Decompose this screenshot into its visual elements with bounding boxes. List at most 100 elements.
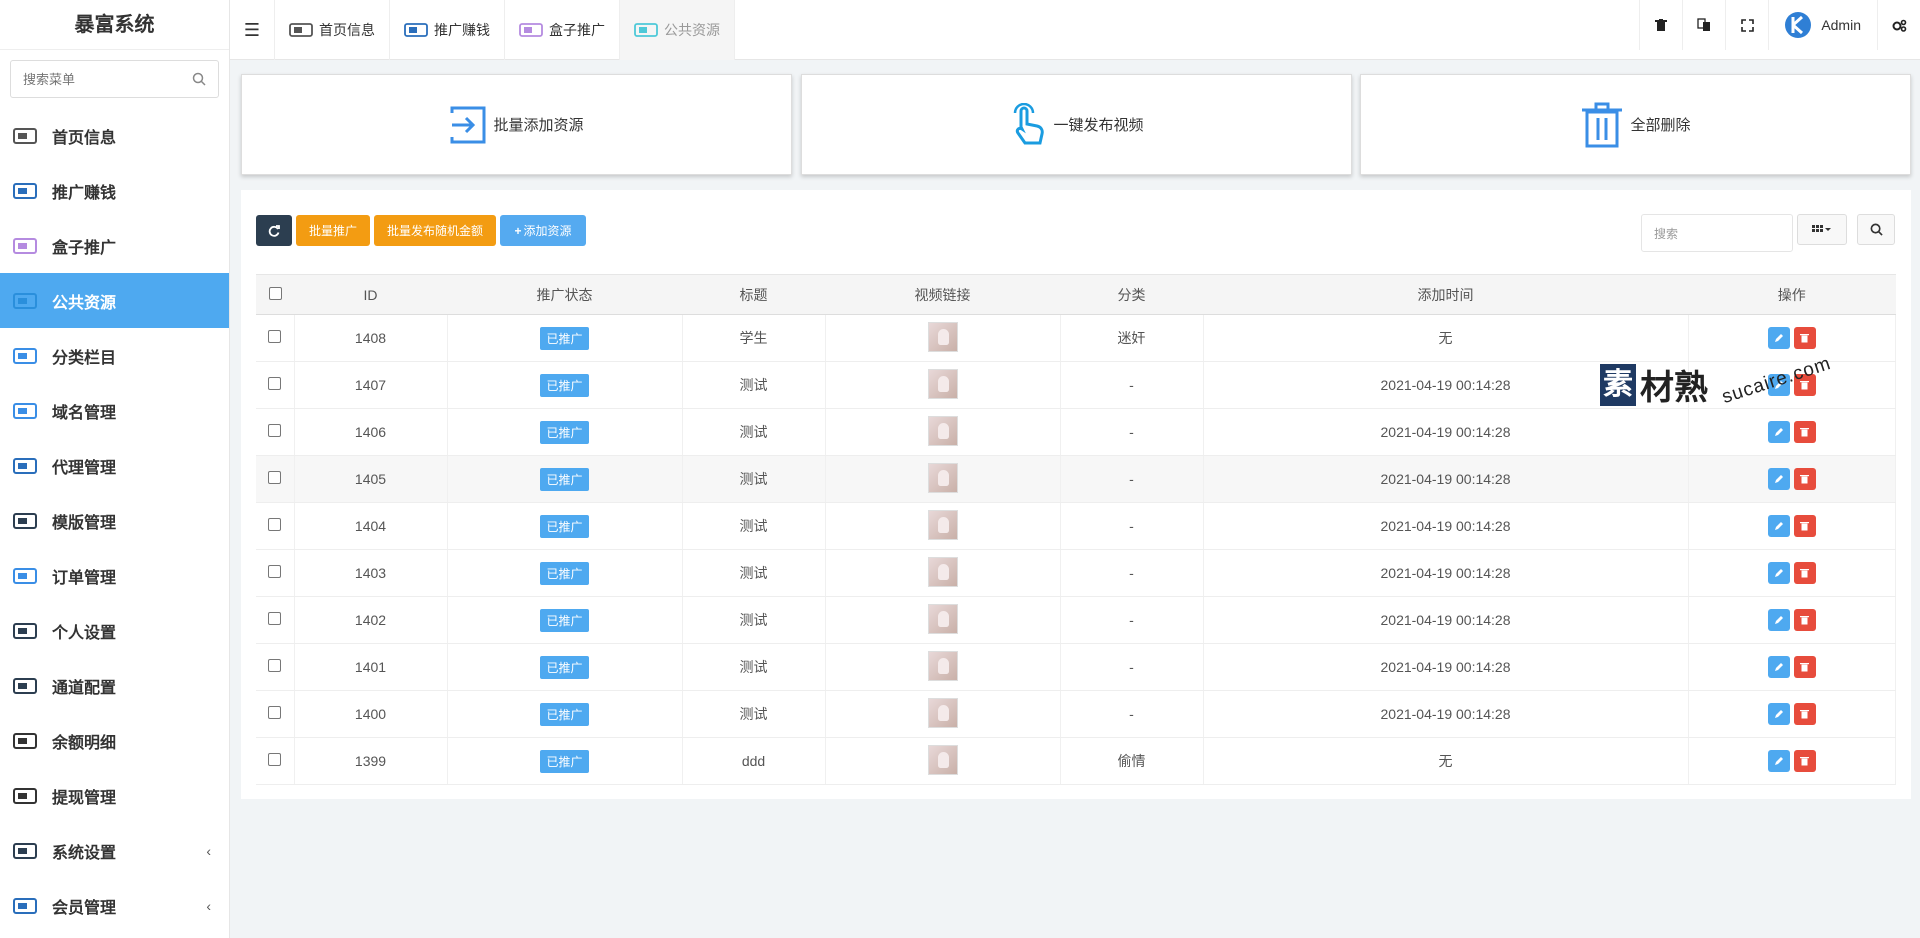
sidebar-item-11[interactable]: 余额明细	[0, 713, 229, 768]
cell-title: 测试	[682, 596, 826, 644]
sidebar-item-9[interactable]: 个人设置	[0, 603, 229, 658]
trash-icon	[1800, 475, 1810, 484]
batch-promote-button[interactable]: 批量推广	[296, 215, 370, 246]
cell-video-link	[825, 737, 1061, 785]
row-checkbox[interactable]	[256, 314, 295, 362]
channel-icon	[12, 675, 38, 697]
menu-toggle-icon[interactable]: ☰	[230, 0, 274, 60]
cell-status: 已推广	[447, 314, 683, 362]
video-thumbnail[interactable]	[927, 321, 958, 352]
tab-2[interactable]: 盒子推广	[504, 0, 619, 60]
sidebar-item-4[interactable]: 分类栏目	[0, 328, 229, 383]
edit-button[interactable]	[1767, 327, 1790, 349]
row-checkbox[interactable]	[256, 361, 295, 409]
row-checkbox[interactable]	[256, 596, 295, 644]
sidebar-item-14[interactable]: 会员管理 ‹	[0, 878, 229, 933]
video-thumbnail[interactable]	[927, 462, 958, 493]
delete-all-card[interactable]: 全部删除	[1360, 74, 1911, 175]
delete-button[interactable]	[1793, 421, 1816, 443]
sidebar-item-10[interactable]: 通道配置	[0, 658, 229, 713]
video-thumbnail[interactable]	[927, 744, 958, 775]
video-thumbnail[interactable]	[927, 415, 958, 446]
select-all-checkbox[interactable]	[256, 274, 294, 315]
tab-3[interactable]: 公共资源	[619, 0, 735, 60]
sidebar-item-3[interactable]: 公共资源	[0, 273, 229, 328]
delete-button[interactable]	[1793, 609, 1816, 631]
sidebar-item-6[interactable]: 代理管理	[0, 438, 229, 493]
edit-button[interactable]	[1767, 703, 1790, 725]
sidebar-item-8[interactable]: 订单管理	[0, 548, 229, 603]
columns-toggle-button[interactable]	[1797, 214, 1847, 245]
delete-button[interactable]	[1793, 515, 1816, 537]
add-resource-button[interactable]: + 添加资源	[500, 215, 586, 246]
delete-button[interactable]	[1793, 703, 1816, 725]
sidebar-item-2[interactable]: 盒子推广	[0, 218, 229, 273]
cell-category: -	[1060, 596, 1204, 644]
edit-button[interactable]	[1767, 562, 1790, 584]
fullscreen-button[interactable]	[1725, 0, 1768, 50]
plus-icon: +	[514, 223, 522, 238]
table-row: 1408 已推广 学生 迷奸无	[256, 314, 1896, 362]
settings-button[interactable]	[1877, 0, 1920, 50]
search-icon[interactable]	[192, 72, 206, 86]
menu-search	[10, 60, 219, 98]
add-resource-label: 添加资源	[523, 224, 572, 238]
row-checkbox[interactable]	[256, 408, 295, 456]
edit-button[interactable]	[1767, 421, 1790, 443]
tab-0[interactable]: 首页信息	[274, 0, 389, 60]
delete-button[interactable]	[1793, 750, 1816, 772]
edit-button[interactable]	[1767, 609, 1790, 631]
row-checkbox[interactable]	[256, 549, 295, 597]
edit-button[interactable]	[1767, 468, 1790, 490]
sidebar-item-5[interactable]: 域名管理	[0, 383, 229, 438]
edit-button[interactable]	[1767, 515, 1790, 537]
delete-button[interactable]	[1793, 656, 1816, 678]
table-search-input[interactable]: 搜索	[1641, 214, 1793, 252]
tab-1[interactable]: 推广赚钱	[389, 0, 504, 60]
delete-button[interactable]	[1793, 562, 1816, 584]
menu-search-input[interactable]	[11, 61, 218, 97]
edit-button[interactable]	[1767, 656, 1790, 678]
language-button[interactable]	[1682, 0, 1725, 50]
refresh-button[interactable]	[256, 215, 292, 246]
delete-button[interactable]	[1793, 327, 1816, 349]
row-checkbox[interactable]	[256, 737, 295, 785]
chevron-left-icon[interactable]: ‹	[206, 843, 211, 859]
sidebar-item-label: 公共资源	[52, 294, 117, 312]
sidebar-item-1[interactable]: 推广赚钱	[0, 163, 229, 218]
status-badge: 已推广	[540, 326, 589, 350]
table-row: 1404 已推广 测试 -2021-04-19 00:14:28	[256, 502, 1896, 550]
cell-added-time: 2021-04-19 00:14:28	[1203, 690, 1689, 738]
search-toggle-button[interactable]	[1857, 214, 1895, 245]
sidebar-item-13[interactable]: 系统设置 ‹	[0, 823, 229, 878]
watermark-boxed-char: 素	[1600, 363, 1636, 406]
top-navbar: ☰ 首页信息 推广赚钱 盒子推广 公共资源 Admin	[230, 0, 1920, 60]
clear-cache-button[interactable]	[1639, 0, 1682, 50]
video-thumbnail[interactable]	[927, 697, 958, 728]
video-thumbnail[interactable]	[927, 650, 958, 681]
row-checkbox[interactable]	[256, 690, 295, 738]
quick-actions: 批量添加资源 一键发布视频 全部删除	[241, 74, 1911, 175]
sidebar-item-12[interactable]: 提现管理	[0, 768, 229, 823]
cell-added-time: 2021-04-19 00:14:28	[1203, 596, 1689, 644]
video-thumbnail[interactable]	[927, 556, 958, 587]
batch-random-amount-button[interactable]: 批量发布随机金额	[374, 215, 496, 246]
row-checkbox[interactable]	[256, 455, 295, 503]
user-menu[interactable]: Admin	[1768, 0, 1877, 50]
app-title[interactable]: 暴富系统	[0, 0, 229, 50]
chevron-left-icon[interactable]: ‹	[206, 898, 211, 914]
batch-add-resource-card[interactable]: 批量添加资源	[241, 74, 792, 175]
sidebar-item-0[interactable]: 首页信息	[0, 108, 229, 163]
pencil-icon	[1774, 663, 1783, 671]
video-thumbnail[interactable]	[927, 368, 958, 399]
row-checkbox[interactable]	[256, 502, 295, 550]
sidebar-item-7[interactable]: 模版管理	[0, 493, 229, 548]
edit-button[interactable]	[1767, 750, 1790, 772]
video-thumbnail[interactable]	[927, 603, 958, 634]
sidebar-item-label: 提现管理	[52, 789, 117, 807]
cell-video-link	[825, 314, 1061, 362]
delete-button[interactable]	[1793, 468, 1816, 490]
publish-video-card[interactable]: 一键发布视频	[801, 74, 1352, 175]
video-thumbnail[interactable]	[927, 509, 958, 540]
row-checkbox[interactable]	[256, 643, 295, 691]
